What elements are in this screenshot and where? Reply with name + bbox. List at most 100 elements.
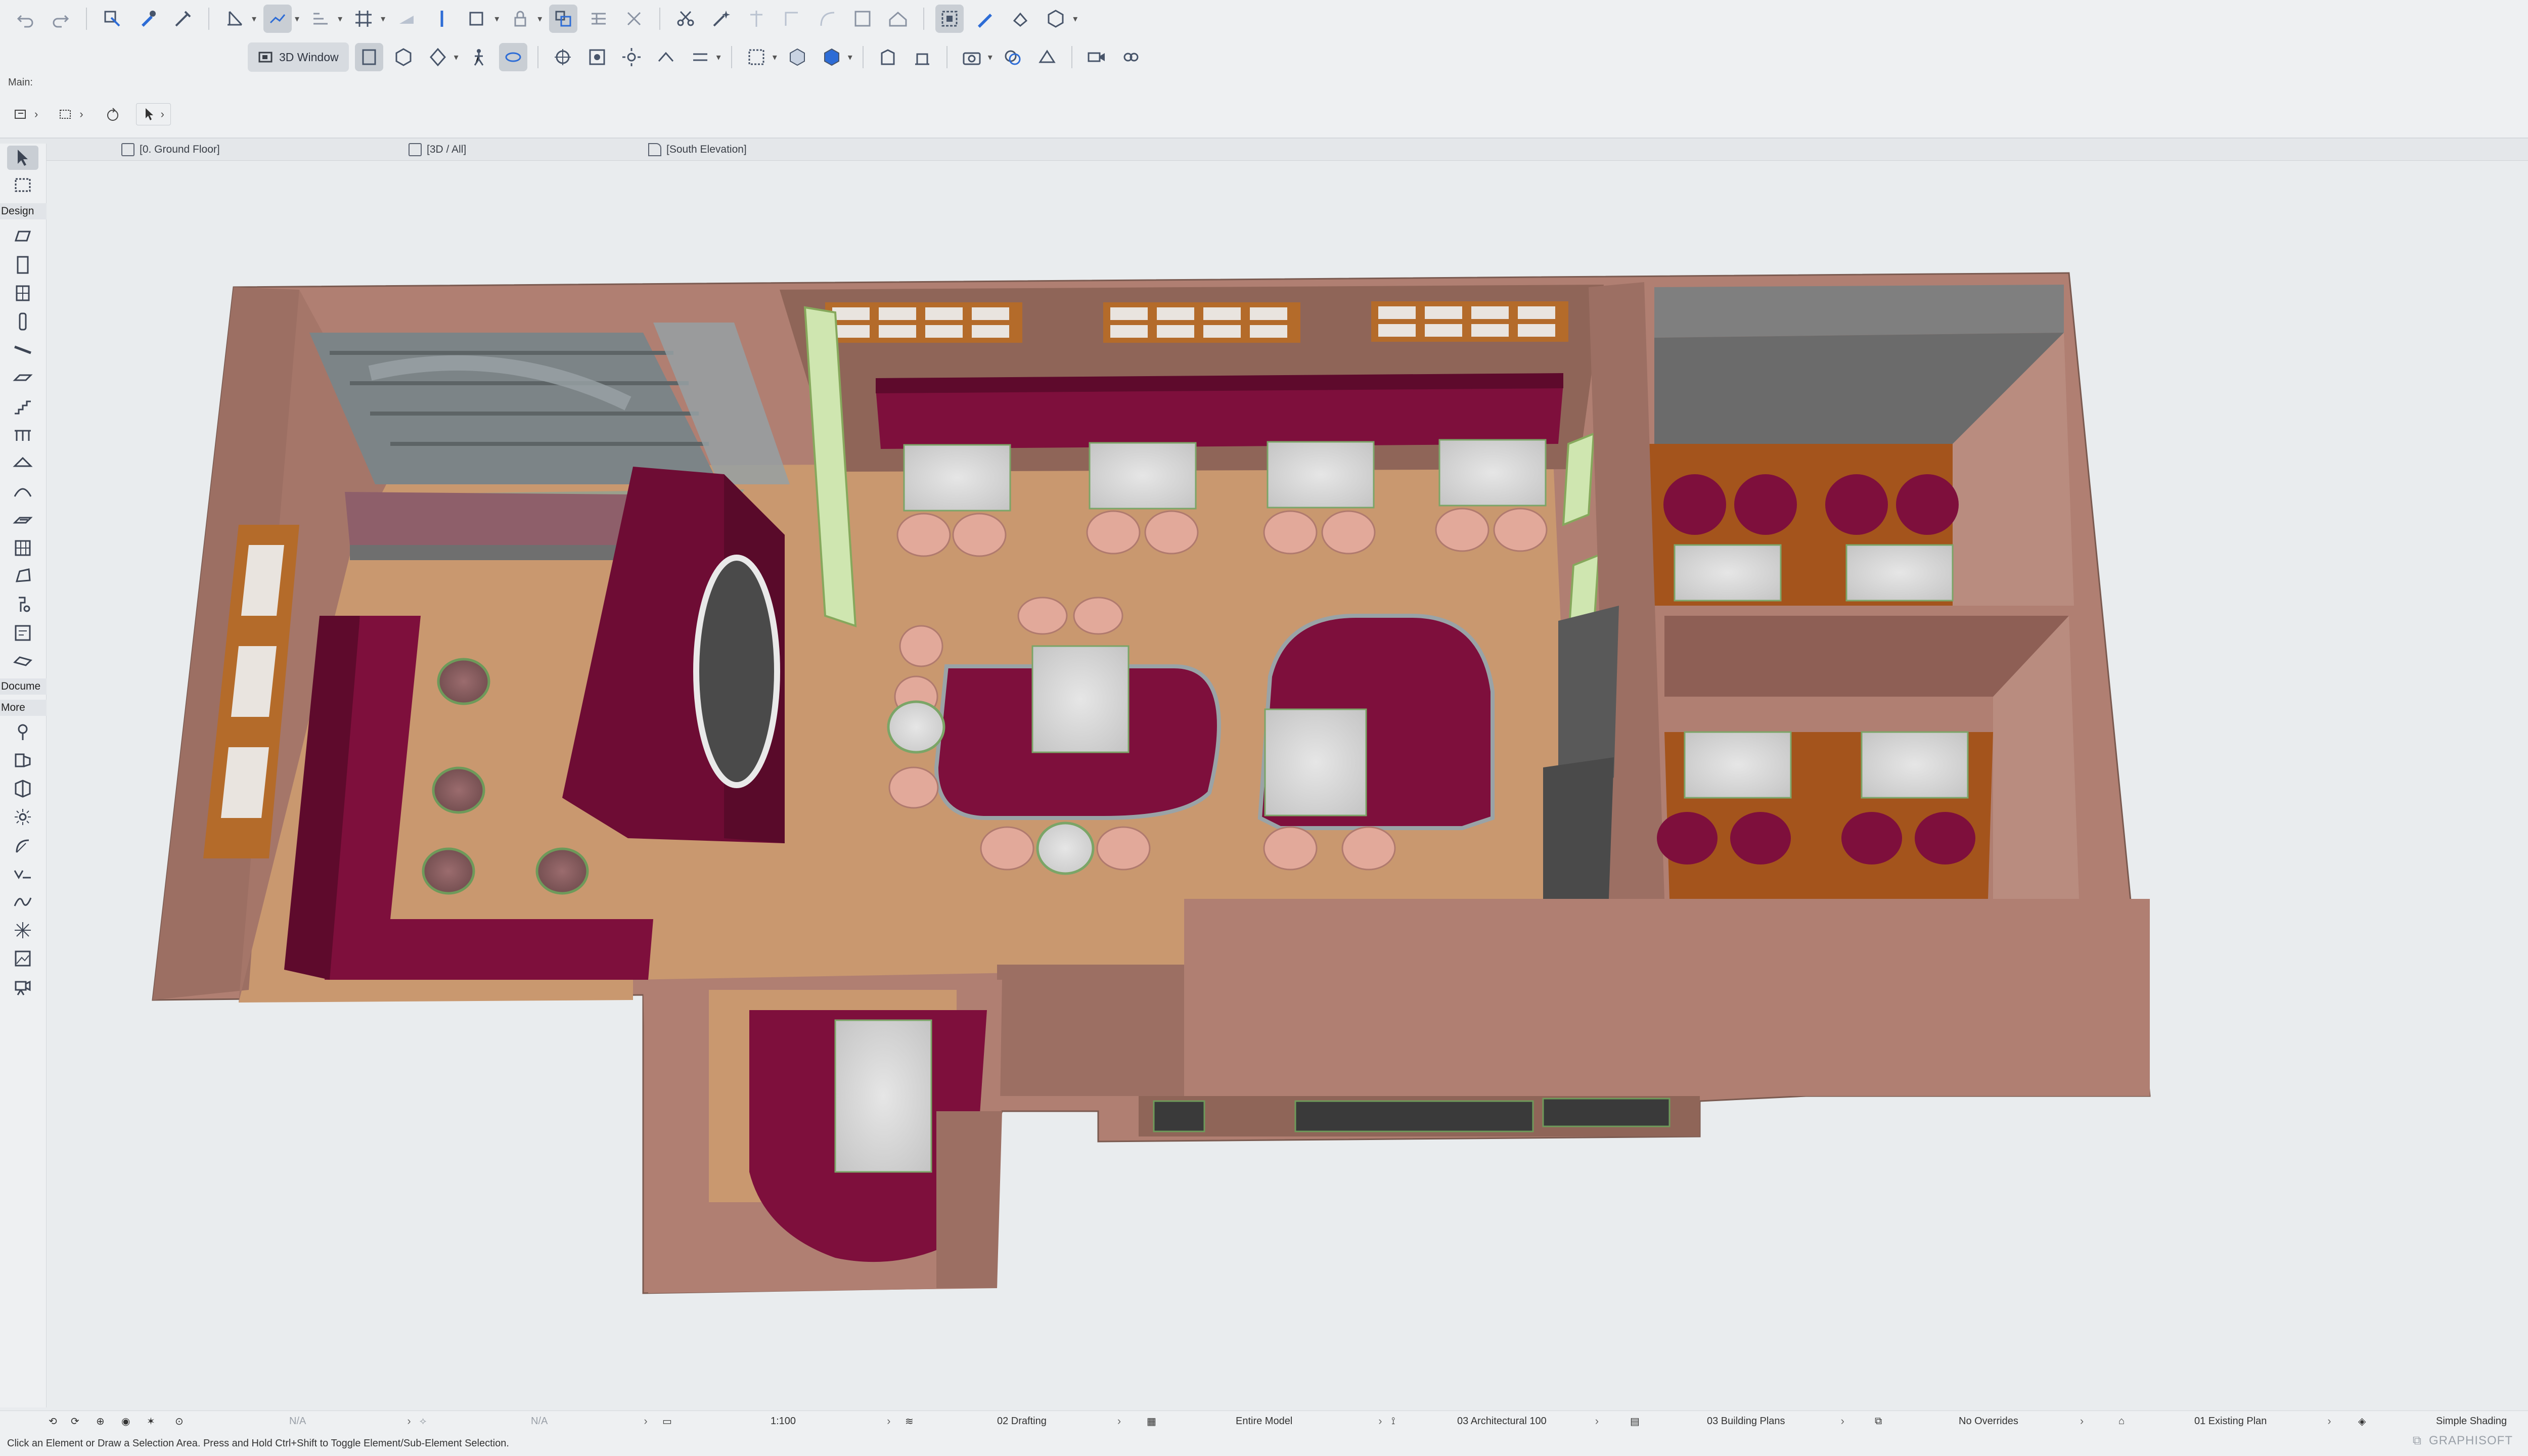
roof-tool-icon[interactable] <box>7 451 38 475</box>
zone-tool-icon[interactable] <box>7 621 38 645</box>
skylight-tool-icon[interactable] <box>7 508 38 532</box>
chevron-down-icon[interactable]: ▾ <box>494 14 499 24</box>
camera-tool-icon[interactable] <box>7 975 38 999</box>
zoom-icon[interactable]: ⊕ <box>96 1411 105 1431</box>
wall-tool-icon[interactable] <box>7 224 38 249</box>
eyedropper-icon[interactable] <box>133 5 162 33</box>
marquee-3d-icon[interactable] <box>783 43 811 71</box>
section-icon[interactable] <box>874 43 902 71</box>
redo-icon[interactable] <box>47 5 75 33</box>
chevron-down-icon[interactable]: ▾ <box>988 52 992 63</box>
radial-dimension-tool-icon[interactable] <box>7 833 38 857</box>
railing-tool-icon[interactable] <box>7 423 38 447</box>
chevron-down-icon[interactable]: ▾ <box>848 52 852 63</box>
3d-viewport[interactable] <box>47 161 2528 1409</box>
trace-reference-icon[interactable] <box>686 43 714 71</box>
level-dimension-tool-icon[interactable] <box>7 861 38 886</box>
selection-method[interactable]: › <box>53 103 89 125</box>
camera-icon[interactable] <box>958 43 986 71</box>
tab-south-elevation[interactable]: [South Elevation] <box>648 142 747 158</box>
hotspot-tool-icon[interactable] <box>7 720 38 744</box>
orbit-status-icon[interactable]: ◉ <box>121 1411 130 1431</box>
spline-tool-icon[interactable] <box>7 890 38 914</box>
chevron-down-icon[interactable]: ▾ <box>295 14 299 24</box>
morph-tool-icon[interactable] <box>7 564 38 588</box>
undo-icon[interactable] <box>11 5 39 33</box>
layer-icon[interactable] <box>428 5 456 33</box>
walk-icon[interactable] <box>465 43 493 71</box>
chevron-down-icon[interactable]: ▾ <box>773 52 777 63</box>
rotation-field[interactable]: N/A › <box>531 1411 648 1431</box>
window-icon[interactable]: ⧉ <box>2413 1434 2422 1448</box>
stair-tool-icon[interactable] <box>7 394 38 419</box>
scale-field[interactable]: 1:100 › <box>771 1411 890 1431</box>
chevron-down-icon[interactable]: ▾ <box>537 14 542 24</box>
fill-icon[interactable] <box>392 5 421 33</box>
table-icon[interactable] <box>584 5 613 33</box>
cube-icon[interactable] <box>1042 5 1070 33</box>
pen-set-field[interactable]: 03 Architectural 100 › <box>1457 1411 1599 1431</box>
roof-icon[interactable] <box>884 5 912 33</box>
window-toggle-icon[interactable] <box>463 5 491 33</box>
record-icon[interactable] <box>1082 43 1111 71</box>
rotation-icon[interactable]: ⟡ <box>420 1411 426 1431</box>
marquee-tool-icon[interactable] <box>7 173 38 197</box>
shell-tool-icon[interactable] <box>7 479 38 504</box>
elevation-icon[interactable] <box>908 43 936 71</box>
adjust-icon[interactable] <box>778 5 806 33</box>
chevron-down-icon[interactable]: ▾ <box>381 14 385 24</box>
trace-icon[interactable] <box>263 5 292 33</box>
3d-window-button[interactable]: 3D Window <box>248 42 349 72</box>
shape-icon[interactable] <box>1006 5 1034 33</box>
redo-zoom-icon[interactable]: ⟳ <box>71 1411 79 1431</box>
3d-edit-icon[interactable] <box>971 5 999 33</box>
magic-wand-icon[interactable] <box>707 5 735 33</box>
curtain-wall-tool-icon[interactable] <box>7 536 38 560</box>
arrow-tool-icon[interactable] <box>7 146 38 170</box>
section-more[interactable]: More <box>0 700 47 716</box>
section-design[interactable]: Design <box>0 203 47 219</box>
renovation-field[interactable]: 01 Existing Plan › <box>2194 1411 2331 1431</box>
walk-status-icon[interactable]: ✶ <box>147 1411 155 1431</box>
scissors-icon[interactable] <box>671 5 700 33</box>
grid-snap-icon[interactable] <box>349 5 378 33</box>
tab-3d-all[interactable]: [3D / All] <box>409 142 466 158</box>
mesh-tool-icon[interactable] <box>7 649 38 673</box>
axonometry-icon[interactable] <box>389 43 418 71</box>
3d-filter-icon[interactable] <box>742 43 771 71</box>
inject-icon[interactable] <box>169 5 197 33</box>
cutting-planes-icon[interactable] <box>652 43 680 71</box>
resize-icon[interactable] <box>848 5 877 33</box>
chevron-down-icon[interactable]: ▾ <box>1073 14 1077 24</box>
rotate-tool[interactable] <box>99 103 127 125</box>
lock-icon[interactable] <box>506 5 534 33</box>
arrow-tool-box[interactable]: › <box>136 103 171 125</box>
slab-tool-icon[interactable] <box>7 366 38 390</box>
section-document[interactable]: Docume <box>0 678 47 695</box>
navigation-icon[interactable] <box>424 43 452 71</box>
chevron-down-icon[interactable]: ▾ <box>338 14 342 24</box>
shading-field[interactable]: Simple Shading› <box>2436 1411 2528 1431</box>
split-icon[interactable] <box>742 5 771 33</box>
undo-zoom-icon[interactable]: ⟲ <box>49 1411 57 1431</box>
chevron-down-icon[interactable]: ▾ <box>252 14 256 24</box>
guide-lines-icon[interactable] <box>306 5 335 33</box>
offset-icon[interactable] <box>813 5 841 33</box>
suspend-groups-icon[interactable] <box>549 5 578 33</box>
render-icon[interactable] <box>999 43 1027 71</box>
layer-combo-field[interactable]: 02 Drafting › <box>997 1411 1121 1431</box>
column-tool-icon[interactable] <box>7 309 38 334</box>
corner-window-tool-icon[interactable] <box>7 777 38 801</box>
tab-ground-floor[interactable]: [0. Ground Floor] <box>121 142 220 158</box>
3d-styles-icon[interactable] <box>818 43 846 71</box>
dimension-icon[interactable] <box>220 5 249 33</box>
object-tool-icon[interactable] <box>7 593 38 617</box>
zoom-extents-icon[interactable] <box>549 43 577 71</box>
angle-field[interactable]: N/A › <box>289 1411 411 1431</box>
chevron-down-icon[interactable]: ▾ <box>454 52 459 63</box>
fit-zoom-icon[interactable]: ⊙ <box>175 1411 184 1431</box>
explode-icon[interactable] <box>620 5 648 33</box>
chevron-down-icon[interactable]: ▾ <box>716 52 721 63</box>
pick-up-icon[interactable] <box>98 5 126 33</box>
override-field[interactable]: No Overrides › <box>1959 1411 2084 1431</box>
